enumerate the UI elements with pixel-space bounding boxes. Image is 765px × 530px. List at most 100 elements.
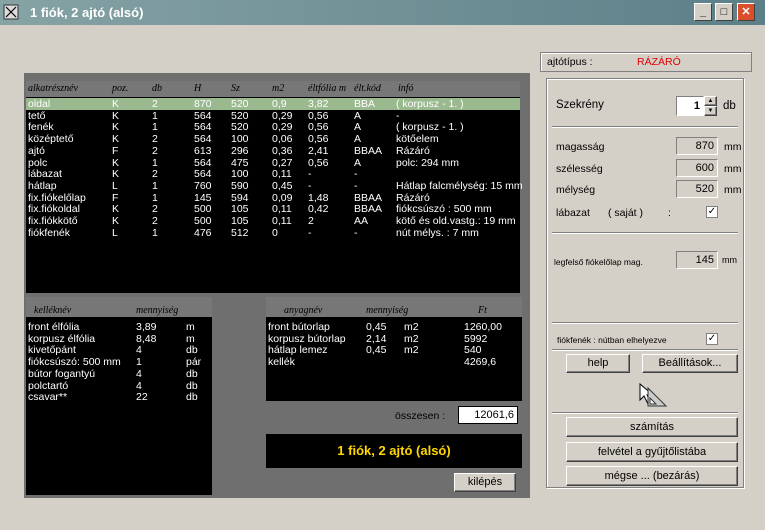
table-row[interactable]: bútor fogantyú 4 db [26, 368, 212, 380]
total-label: összesen : [395, 410, 446, 422]
table-cell: 0,9 [272, 98, 287, 110]
table-row[interactable]: korpusz élfólia 8,48 m [26, 333, 212, 345]
groove-checkbox[interactable]: ✓ [706, 333, 718, 345]
exit-button[interactable]: kilépés [454, 473, 516, 492]
table-cell: 870 [194, 98, 212, 110]
maximize-icon[interactable]: □ [715, 3, 733, 21]
table-row[interactable]: kellék 4269,6 [266, 356, 522, 368]
table-cell: fiókcsúszó: 500 mm [28, 356, 121, 369]
table-row[interactable]: hátlap lemez 0,45 m2 540 [266, 344, 522, 356]
table-cell: - [354, 168, 358, 181]
table-row[interactable]: ajtó F 2 613 296 0,36 2,41 BBAA Rázáró [26, 145, 520, 157]
table-cell: 2,14 [366, 332, 387, 345]
table-cell: 520 [231, 98, 249, 110]
table-cell: 564 [194, 156, 212, 169]
spin-up-icon[interactable]: ▲ [704, 96, 717, 106]
top-drawer-input[interactable]: 145 [676, 251, 718, 269]
table-row[interactable]: fenék K 1 564 520 0,29 0,56 A ( korpusz - 1. ) [26, 121, 520, 133]
table-cell: 0,56 [308, 133, 329, 146]
plinth-colon: : [668, 207, 671, 219]
table-cell: csavar** [28, 391, 68, 404]
height-input[interactable]: 870 [676, 137, 718, 155]
table-cell: 564 [194, 133, 212, 146]
table-row[interactable]: fiókfenék L 1 476 512 0 - - nút mélys. : 7 mm [26, 227, 520, 239]
table-cell: hátlap [28, 179, 57, 192]
table-row[interactable]: fix.fiókoldal K 2 500 105 0,11 0,42 BBAA fiókcsú… [26, 203, 520, 215]
table-row[interactable]: polc K 1 564 475 0,27 0,56 Apolc: 294 mm [26, 157, 520, 169]
table-cell: A [354, 156, 362, 169]
plinth-checkbox[interactable]: ✓ [706, 206, 718, 218]
table-row[interactable]: kivetőpánt 4 db [26, 344, 212, 356]
add-to-list-button[interactable]: felvétel a gyűjtőlistába [566, 442, 738, 462]
close-icon[interactable]: ✕ [737, 3, 755, 21]
table-cell: front bútorlap [268, 321, 330, 333]
table-cell: L [112, 179, 118, 192]
table-row[interactable]: fix.fiókelőlap F 1 145 594 0,09 1,48 BBAA Rázáró [26, 192, 520, 204]
table-row[interactable]: tető K 1 564 520 0,29 0,56 A - [26, 110, 520, 122]
table-row[interactable]: front bútorlap 0,45 m2 1260,00 [266, 321, 522, 333]
table-row[interactable]: korpusz bútorlap 2,14 m2 5992 [266, 333, 522, 345]
table-cell: 1260,00 [464, 321, 502, 333]
table-row[interactable]: polctartó 4 db [26, 380, 212, 392]
divider [552, 232, 738, 234]
cabinet-count-input[interactable]: 1 [676, 96, 704, 116]
cancel-close-button[interactable]: mégse ... (bezárás) [566, 466, 738, 486]
table-cell: m2 [404, 321, 419, 333]
table-cell: 1 [152, 226, 158, 239]
col-header: mennyiség [136, 305, 179, 316]
cabinet-label: Szekrény [556, 99, 604, 111]
table-cell: 0,29 [272, 121, 293, 134]
parts-table-header: alkatrésznév poz. db H Sz m2 éltfólia m … [26, 81, 520, 97]
table-row[interactable]: csavar** 22 db [26, 391, 212, 403]
table-cell: K [112, 203, 120, 216]
table-cell: oldal [28, 98, 51, 110]
table-cell: 476 [194, 226, 212, 239]
parts-table: alkatrésznév poz. db H Sz m2 éltfólia m … [26, 81, 523, 293]
settings-button[interactable]: Beállítások... [642, 354, 738, 373]
table-cell: 296 [231, 144, 249, 157]
table-cell: 540 [464, 344, 482, 357]
width-input[interactable]: 600 [676, 159, 718, 177]
table-cell: 3,82 [308, 98, 329, 110]
table-cell: 2 [152, 203, 158, 216]
table-cell: BBAA [354, 144, 383, 157]
help-button[interactable]: help [566, 354, 630, 373]
total-value: 12061,6 [458, 406, 518, 424]
table-cell: ( korpusz - 1. ) [396, 121, 464, 134]
table-row[interactable]: fix.fiókkötő K 2 500 105 0,11 2 AA kötő és old.v… [26, 215, 520, 227]
table-cell: 0 [272, 226, 278, 239]
table-row[interactable]: középtető K 2 564 100 0,06 0,56 Akötőelem [26, 133, 520, 145]
table-cell: 3,89 [136, 321, 157, 333]
table-cell: nút mélys. : 7 mm [396, 226, 479, 239]
table-cell: - [354, 179, 358, 192]
table-cell: hátlap lemez [268, 344, 328, 357]
minimize-icon[interactable]: _ [694, 3, 712, 21]
door-type-label: ajtótípus : [547, 56, 593, 68]
col-header: m2 [272, 83, 285, 94]
table-row[interactable]: hátlap L 1 760 590 0,45 - - Hátlap falcmélység: … [26, 179, 523, 192]
table-cell: 4 [136, 367, 142, 380]
table-cell: 0,11 [272, 168, 292, 181]
table-row[interactable]: fiókcsúszó: 500 mm 1 pár [26, 356, 212, 368]
table-row[interactable]: lábazat K 2 564 100 0,11 - - [26, 168, 520, 180]
depth-input[interactable]: 520 [676, 180, 718, 198]
table-cell: pár [186, 356, 202, 369]
table-cell: 1 [152, 191, 158, 204]
table-cell: 0,36 [272, 144, 293, 157]
calculate-button[interactable]: számítás [566, 417, 738, 437]
table-cell: 613 [194, 144, 212, 157]
table-cell: fiókfenék [28, 226, 71, 239]
depth-unit: mm [724, 184, 742, 196]
table-row[interactable]: front élfólia 3,89 m [26, 321, 212, 333]
spin-down-icon[interactable]: ▼ [704, 106, 717, 116]
table-cell: 145 [194, 191, 212, 204]
table-cell: - [396, 109, 400, 122]
table-cell: 1 [152, 179, 158, 192]
table-row[interactable]: oldal K 2 870 520 0,9 3,82 BBA ( korpusz - 1. ) [26, 98, 520, 110]
table-cell: 0,56 [308, 121, 329, 134]
table-cell: BBAA [354, 191, 383, 204]
col-header: infó [398, 83, 414, 94]
table-cell: 512 [231, 226, 249, 239]
table-cell: 0,42 [308, 203, 329, 216]
table-cell: Hátlap falcmélység: 15 mm [396, 179, 523, 192]
